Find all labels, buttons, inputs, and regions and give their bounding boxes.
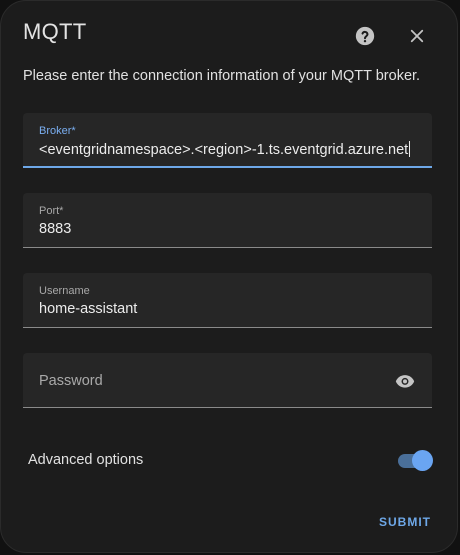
- username-label: Username: [39, 285, 90, 297]
- port-label: Port*: [39, 205, 64, 217]
- port-input[interactable]: 8883: [39, 221, 71, 237]
- port-field[interactable]: Port* 8883: [23, 193, 432, 248]
- toggle-knob: [412, 450, 433, 471]
- broker-value: <eventgridnamespace>.<region>-1.ts.event…: [39, 142, 409, 158]
- broker-field[interactable]: Broker* <eventgridnamespace>.<region>-1.…: [23, 113, 432, 168]
- help-circle-icon: [355, 26, 375, 46]
- submit-button[interactable]: SUBMIT: [373, 511, 437, 533]
- advanced-options-label: Advanced options: [28, 452, 144, 468]
- advanced-options-toggle[interactable]: [396, 450, 434, 472]
- mqtt-config-dialog: MQTT Please enter the connection informa…: [0, 0, 458, 553]
- password-field[interactable]: Password: [23, 353, 432, 408]
- username-field[interactable]: Username home-assistant: [23, 273, 432, 328]
- close-icon: [410, 29, 424, 43]
- help-button[interactable]: [351, 22, 379, 50]
- dialog-description: Please enter the connection information …: [23, 68, 421, 84]
- broker-label: Broker*: [39, 125, 76, 137]
- show-password-button[interactable]: [393, 369, 417, 393]
- close-button[interactable]: [403, 22, 431, 50]
- eye-icon: [395, 375, 415, 388]
- username-input[interactable]: home-assistant: [39, 301, 137, 317]
- text-caret: [409, 141, 411, 157]
- password-input[interactable]: Password: [39, 373, 103, 389]
- dialog-title: MQTT: [23, 19, 87, 44]
- broker-input[interactable]: <eventgridnamespace>.<region>-1.ts.event…: [39, 141, 411, 158]
